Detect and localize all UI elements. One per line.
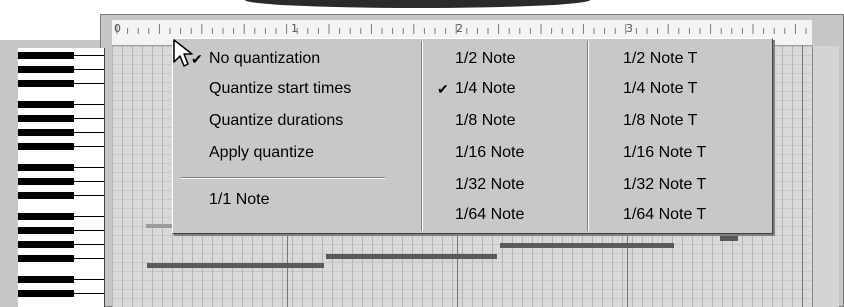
black-key[interactable] [18,192,74,199]
white-key-divider [74,167,104,168]
menu-item-quarter-note[interactable]: ✔ 1/4 Note [437,77,516,101]
midi-note[interactable] [326,254,497,259]
midi-note[interactable] [146,224,174,228]
note-value-column: 1/2 Note ✔ 1/4 Note 1/8 Note 1/16 Note 1… [425,39,587,233]
menu-item-label: Quantize start times [209,80,352,97]
white-key-divider [74,55,104,56]
window-edge [245,0,590,8]
black-key[interactable] [18,143,74,150]
white-key-divider [74,258,104,259]
white-key-divider [74,83,104,84]
midi-note[interactable] [500,243,674,248]
vertical-scrollbar[interactable] [812,46,839,307]
menu-item-eighth-note-triplet[interactable]: 1/8 Note T [623,109,697,133]
bar-line [802,46,803,307]
menu-item-no-quantization[interactable]: ✔ No quantization [191,47,321,71]
white-key-divider [74,230,104,231]
white-key-divider [74,244,104,245]
black-key[interactable] [18,101,74,108]
menu-item-half-note-triplet[interactable]: 1/2 Note T [623,47,697,71]
white-key-divider [74,195,104,196]
black-key[interactable] [18,52,74,59]
menu-item-apply-quantize[interactable]: Apply quantize [209,141,314,165]
ruler-number: 2 [456,22,463,35]
quantize-context-menu: ✔ No quantization Quantize start times Q… [172,38,773,234]
white-key-divider [74,279,104,280]
black-key[interactable] [18,80,74,87]
menu-item-label: 1/64 Note [455,206,525,223]
menu-item-label: 1/32 Note [455,176,525,193]
black-key[interactable] [18,227,74,234]
ruler-number: 1 [291,22,298,35]
mouse-pointer-icon [173,39,193,67]
black-key[interactable] [18,129,74,136]
white-key-divider [74,216,104,217]
menu-item-quantize-start-times[interactable]: Quantize start times [209,77,351,101]
checkmark-icon: ✔ [437,81,449,97]
menu-item-sixty-fourth-note[interactable]: 1/64 Note [455,203,524,227]
menu-item-label: 1/64 Note T [623,206,707,223]
black-key[interactable] [18,276,74,283]
quantize-mode-column: ✔ No quantization Quantize start times Q… [173,39,421,233]
triplet-column: 1/2 Note T 1/4 Note T 1/8 Note T 1/16 No… [591,39,771,233]
column-separator [421,41,423,231]
menu-item-whole-note[interactable]: 1/1 Note [209,188,269,212]
midi-note[interactable] [147,263,324,268]
ruler-number: 0 [114,22,121,35]
menu-item-sixteenth-note-triplet[interactable]: 1/16 Note T [623,141,706,165]
menu-item-label: 1/32 Note T [623,176,707,193]
menu-item-half-note[interactable]: 1/2 Note [455,47,515,71]
menu-item-thirty-second-note[interactable]: 1/32 Note [455,173,524,197]
menu-item-quantize-durations[interactable]: Quantize durations [209,109,343,133]
menu-item-quarter-note-triplet[interactable]: 1/4 Note T [623,77,697,101]
white-key-divider [74,181,104,182]
menu-item-label: 1/8 Note T [623,112,698,129]
black-key[interactable] [18,178,74,185]
menu-separator [181,177,385,179]
menu-item-label: 1/2 Note [455,50,516,67]
white-key-divider [74,118,104,119]
black-key[interactable] [18,290,74,297]
black-key[interactable] [18,115,74,122]
menu-item-label: 1/8 Note [455,112,516,129]
menu-item-label: No quantization [209,50,321,67]
menu-item-thirty-second-note-triplet[interactable]: 1/32 Note T [623,173,706,197]
black-key[interactable] [18,241,74,248]
menu-item-label: 1/1 Note [209,191,270,208]
menu-item-label: 1/16 Note T [623,144,707,161]
menu-item-eighth-note[interactable]: 1/8 Note [455,109,515,133]
menu-item-sixty-fourth-note-triplet[interactable]: 1/64 Note T [623,203,706,227]
menu-item-label: Apply quantize [209,144,314,161]
menu-item-label: Quantize durations [209,112,344,129]
column-separator [587,41,589,231]
white-key-divider [74,132,104,133]
white-key-divider [74,293,104,294]
white-key-divider [74,146,104,147]
black-key[interactable] [18,164,74,171]
menu-item-label: 1/4 Note [455,80,516,97]
midi-note[interactable] [720,236,738,241]
menu-item-label: 1/16 Note [455,144,525,161]
white-key-divider [74,69,104,70]
black-key[interactable] [18,213,74,220]
white-key-divider [74,104,104,105]
ruler-number: 3 [626,22,633,35]
black-key[interactable] [18,66,74,73]
menu-item-sixteenth-note[interactable]: 1/16 Note [455,141,524,165]
piano-keyboard[interactable] [18,48,105,307]
black-key[interactable] [18,255,74,262]
menu-item-label: 1/2 Note T [623,50,698,67]
menu-item-label: 1/4 Note T [623,80,698,97]
